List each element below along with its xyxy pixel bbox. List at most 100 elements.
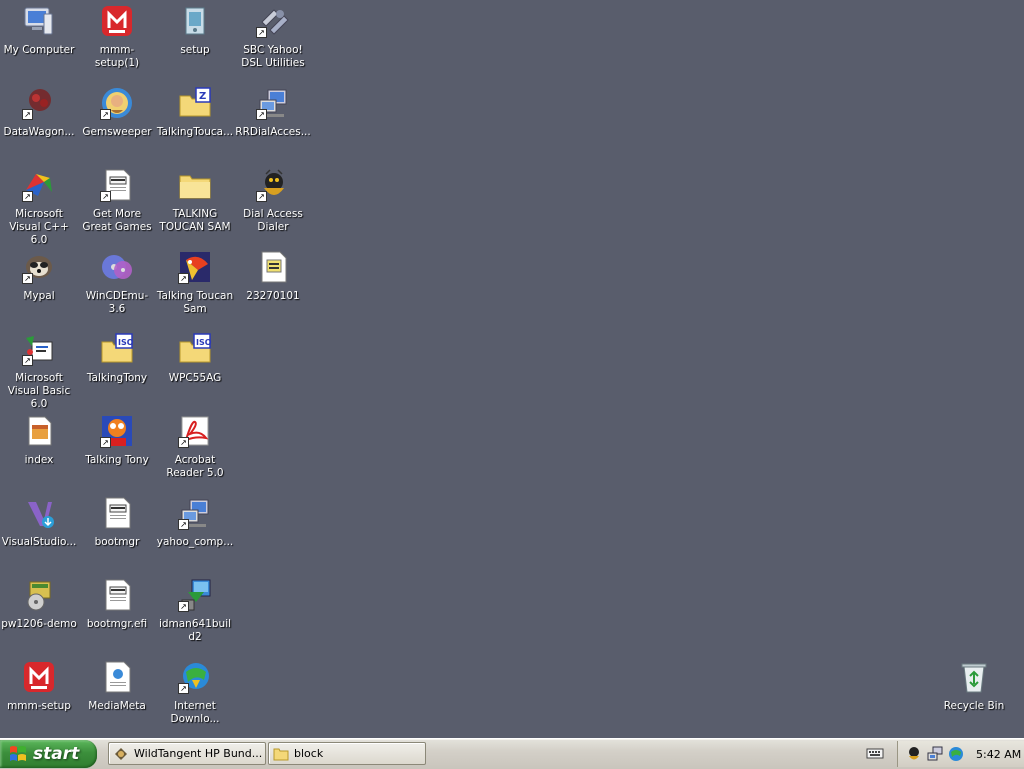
icon-label: WPC55AG — [168, 372, 222, 384]
folder-icon — [273, 746, 289, 762]
my-computer-icon — [22, 4, 56, 38]
desktop: My Computer ↗ DataWagon... ↗ Microsoft V… — [0, 0, 1024, 738]
desktop-icon-gemsweeper[interactable]: ↗ Gemsweeper — [78, 84, 156, 139]
desktop-icon-talking-toucan-sam[interactable]: ↗ Talking Toucan Sam — [156, 248, 234, 316]
network-computer-icon: ↗ — [256, 86, 290, 120]
desktop-icon-setup[interactable]: setup — [156, 2, 234, 57]
installer-icon — [22, 578, 56, 612]
desktop-icon-visual-basic[interactable]: ↗ Microsoft Visual Basic 6.0 — [0, 330, 78, 411]
icon-label: Gemsweeper — [82, 126, 152, 138]
desktop-icon-dial-access-dialer[interactable]: ↗ Dial Access Dialer — [234, 166, 312, 234]
desktop-icon-mypal[interactable]: ↗ Mypal — [0, 248, 78, 303]
taskbar: start WildTangent HP Bund... block 5:42 … — [0, 738, 1024, 769]
desktop-icon-yahoo-comp[interactable]: ↗ yahoo_comp... — [156, 494, 234, 549]
dialer-icon: ↗ — [256, 168, 290, 202]
shortcut-arrow-icon: ↗ — [100, 191, 111, 202]
shortcut-arrow-icon: ↗ — [100, 109, 111, 120]
icon-label: Internet Downlo... — [170, 700, 220, 725]
icon-label: VisualStudio... — [1, 536, 77, 548]
desktop-icon-internet-download[interactable]: ↗ Internet Downlo... — [156, 658, 234, 726]
internet-globe-tray-icon[interactable] — [948, 746, 964, 762]
taskbar-button-label: WildTangent HP Bund... — [134, 747, 263, 760]
svg-text:ISO: ISO — [118, 338, 134, 347]
desktop-icon-acrobat-reader[interactable]: ↗ Acrobat Reader 5.0 — [156, 412, 234, 480]
svg-text:ISO: ISO — [196, 338, 212, 347]
icon-label: TalkingTouca... — [156, 126, 234, 138]
icon-label: Acrobat Reader 5.0 — [166, 454, 224, 479]
desktop-icon-get-more-games[interactable]: ↗ Get More Great Games — [78, 166, 156, 234]
desktop-icon-recycle-bin[interactable]: Recycle Bin — [935, 658, 1013, 713]
acrobat-icon: ↗ — [178, 414, 212, 448]
datawagon-icon: ↗ — [22, 86, 56, 120]
setup-icon — [178, 4, 212, 38]
desktop-icon-rrdialaccess[interactable]: ↗ RRDialAcces... — [234, 84, 312, 139]
desktop-icon-datawagon[interactable]: ↗ DataWagon... — [0, 84, 78, 139]
icon-label: DataWagon... — [3, 126, 75, 138]
desktop-icon-visual-studio[interactable]: VisualStudio... — [0, 494, 78, 549]
recycle-bin-icon — [957, 660, 991, 694]
desktop-icon-mmm-setup[interactable]: mmm-setup — [0, 658, 78, 713]
desktop-icon-bootmgr[interactable]: bootmgr — [78, 494, 156, 549]
taskbar-button-label: block — [294, 747, 324, 760]
visual-basic-icon: ↗ — [22, 332, 56, 366]
icon-label: setup — [180, 44, 210, 56]
desktop-icon-idman641build2[interactable]: ↗ idman641build2 — [156, 576, 234, 644]
dsl-utilities-icon: ↗ — [256, 4, 290, 38]
icon-label: Microsoft Visual Basic 6.0 — [7, 372, 71, 410]
icon-label: mmm-setup — [7, 700, 71, 712]
shortcut-arrow-icon: ↗ — [22, 109, 33, 120]
icon-label: Dial Access Dialer — [243, 208, 303, 233]
visual-studio-icon — [22, 496, 56, 530]
mmm-setup-icon — [22, 660, 56, 694]
icon-label: WinCDEmu-3.6 — [85, 290, 149, 315]
icon-label: Mypal — [23, 290, 55, 302]
visual-cpp-icon: ↗ — [22, 168, 56, 202]
start-button[interactable]: start — [0, 740, 97, 768]
toucan-icon: ↗ — [178, 250, 212, 284]
shortcut-arrow-icon: ↗ — [22, 355, 33, 366]
shortcut-arrow-icon: ↗ — [22, 191, 33, 202]
clock[interactable]: 5:42 AM — [976, 748, 1021, 761]
desktop-icon-wincdemu[interactable]: WinCDEmu-3.6 — [78, 248, 156, 316]
taskbar-button-block[interactable]: block — [268, 742, 426, 765]
desktop-icon-talking-toucan-sam-folder[interactable]: TALKING TOUCAN SAM — [156, 166, 234, 234]
desktop-icon-my-computer[interactable]: My Computer — [0, 2, 78, 57]
desktop-icon-pw1206-demo[interactable]: pw1206-demo — [0, 576, 78, 631]
icon-label: My Computer — [3, 44, 75, 56]
gemsweeper-icon: ↗ — [100, 86, 134, 120]
desktop-icon-index[interactable]: index — [0, 412, 78, 467]
internet-download-icon: ↗ — [178, 660, 212, 694]
desktop-icon-mmm-setup-1[interactable]: mmm-setup(1) — [78, 2, 156, 70]
desktop-icon-sbc-yahoo-dsl[interactable]: ↗ SBC Yahoo! DSL Utilities — [234, 2, 312, 70]
icon-label: pw1206-demo — [1, 618, 77, 630]
desktop-icon-talkingtony-iso[interactable]: ISO TalkingTony — [78, 330, 156, 385]
desktop-icon-talking-tony[interactable]: ↗ Talking Tony — [78, 412, 156, 467]
desktop-icon-wpc55ag[interactable]: ISO WPC55AG — [156, 330, 234, 385]
icon-label: 23270101 — [246, 290, 300, 302]
iso-folder-icon: ISO — [100, 332, 134, 366]
zip-folder-icon: Z — [178, 86, 212, 120]
mmm-setup-icon — [100, 4, 134, 38]
taskbar-button-wildtangent[interactable]: WildTangent HP Bund... — [108, 742, 266, 765]
svg-text:Z: Z — [199, 91, 206, 102]
icon-label: idman641build2 — [158, 618, 232, 643]
icon-label: MediaMeta — [88, 700, 146, 712]
network-computer-icon: ↗ — [178, 496, 212, 530]
dialer-tray-icon[interactable] — [906, 746, 922, 762]
icon-label: yahoo_comp... — [156, 536, 234, 548]
desktop-icon-23270101[interactable]: 23270101 — [234, 248, 312, 303]
folder-icon — [178, 168, 212, 202]
network-tray-icon[interactable] — [927, 746, 943, 762]
desktop-icon-bootmgr-efi[interactable]: bootmgr.efi — [78, 576, 156, 631]
desktop-icon-mediameta[interactable]: MediaMeta — [78, 658, 156, 713]
system-file-icon — [100, 496, 134, 530]
desktop-icon-talkingtoucan-zip[interactable]: Z TalkingTouca... — [156, 84, 234, 139]
shortcut-arrow-icon: ↗ — [178, 519, 189, 530]
icon-label: RRDialAcces... — [235, 126, 311, 138]
icon-label: Microsoft Visual C++ 6.0 — [9, 208, 69, 246]
shortcut-arrow-icon: ↗ — [256, 109, 267, 120]
icon-label: Recycle Bin — [943, 700, 1005, 712]
keyboard-language-icon[interactable] — [866, 745, 884, 761]
desktop-icon-visual-cpp[interactable]: ↗ Microsoft Visual C++ 6.0 — [0, 166, 78, 247]
media-file-icon — [100, 660, 134, 694]
